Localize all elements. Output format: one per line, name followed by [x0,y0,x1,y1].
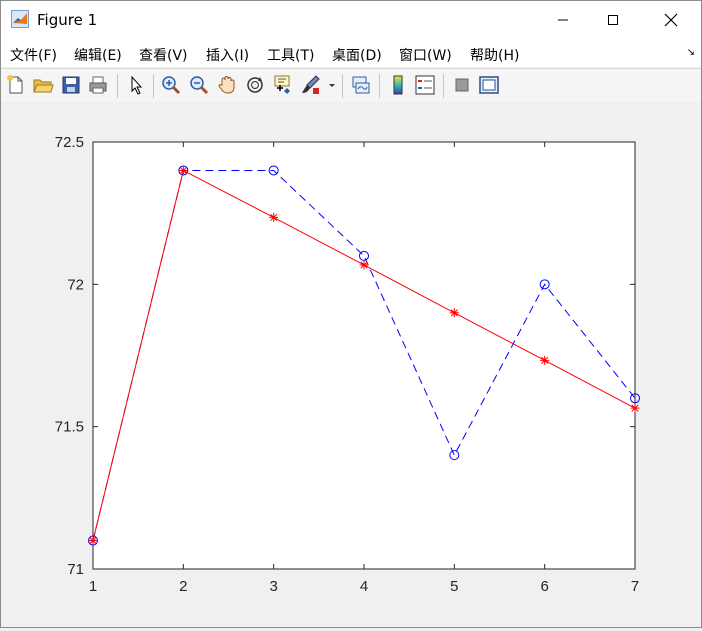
series-2-point [540,355,550,365]
menu-file[interactable]: 文件(F) [10,45,57,65]
x-tick-label: 2 [179,578,187,595]
toolbar-separator [153,74,154,98]
rotate-3d-icon[interactable] [244,74,266,96]
minimize-icon [558,19,568,21]
toolbar-separator [379,74,380,98]
menu-view[interactable]: 查看(V) [139,45,188,65]
x-tick-label: 3 [269,578,277,595]
toolbar-separator [117,74,118,98]
title-bar[interactable]: Figure 1 [1,1,701,39]
pan-hand-icon[interactable] [216,74,238,96]
y-tick-label: 71.5 [55,419,84,436]
x-tick-label: 5 [450,578,458,595]
zoom-out-icon[interactable] [188,74,210,96]
y-tick-label: 71 [67,561,84,578]
line-chart[interactable]: 1 2 3 4 5 6 7 71 71.5 72 72.5 [1,102,701,627]
save-icon[interactable] [60,74,82,96]
series-2-point [178,165,188,175]
menu-bar: 文件(F) 编辑(E) 查看(V) 插入(I) 工具(T) 桌面(D) 窗口(W… [1,39,701,67]
menu-tools[interactable]: 工具(T) [267,45,314,65]
menu-window[interactable]: 窗口(W) [399,45,452,65]
legend-icon[interactable] [414,74,436,96]
show-plot-tools-icon[interactable] [478,74,500,96]
brush-icon[interactable] [299,74,321,96]
open-file-icon[interactable] [32,74,54,96]
matlab-logo-icon [11,10,29,28]
y-tick-label: 72 [67,276,84,293]
series-2-point [630,403,640,413]
menu-dock-arrow-icon[interactable]: ↘ [687,47,695,58]
data-cursor-icon[interactable] [271,74,293,96]
maximize-button[interactable] [590,1,636,39]
menu-insert[interactable]: 插入(I) [206,45,249,65]
edit-plot-arrow-icon[interactable] [125,74,147,96]
menu-edit[interactable]: 编辑(E) [74,45,122,65]
figure-toolbar [1,68,701,103]
x-tick-label: 4 [360,578,368,595]
menu-desktop[interactable]: 桌面(D) [332,45,382,65]
zoom-in-icon[interactable] [160,74,182,96]
menu-help[interactable]: 帮助(H) [470,45,519,65]
close-button[interactable] [648,1,694,39]
toolbar-separator [342,74,343,98]
toolbar-separator [443,74,444,98]
series-2-point [359,260,369,270]
link-plot-icon[interactable] [350,74,372,96]
x-tick-label: 1 [89,578,97,595]
figure-canvas: 1 2 3 4 5 6 7 71 71.5 72 72.5 [1,102,701,627]
window-title: Figure 1 [37,11,98,29]
new-figure-icon[interactable] [5,74,27,96]
x-tick-label: 6 [540,578,548,595]
maximize-icon [608,15,618,25]
series-2-point [269,212,279,222]
hide-plot-tools-icon[interactable] [451,74,473,96]
brush-dropdown-icon[interactable] [328,83,336,89]
series-2-point [449,308,459,318]
series-2-point [88,536,98,546]
figure-window: Figure 1 文件(F) 编辑(E) 查看(V) 插入(I) 工具(T) 桌… [0,0,702,628]
y-tick-label: 72.5 [55,134,84,151]
colorbar-icon[interactable] [387,74,409,96]
print-icon[interactable] [87,74,109,96]
close-icon [664,13,678,27]
minimize-button[interactable] [540,1,586,39]
x-tick-label: 7 [631,578,639,595]
